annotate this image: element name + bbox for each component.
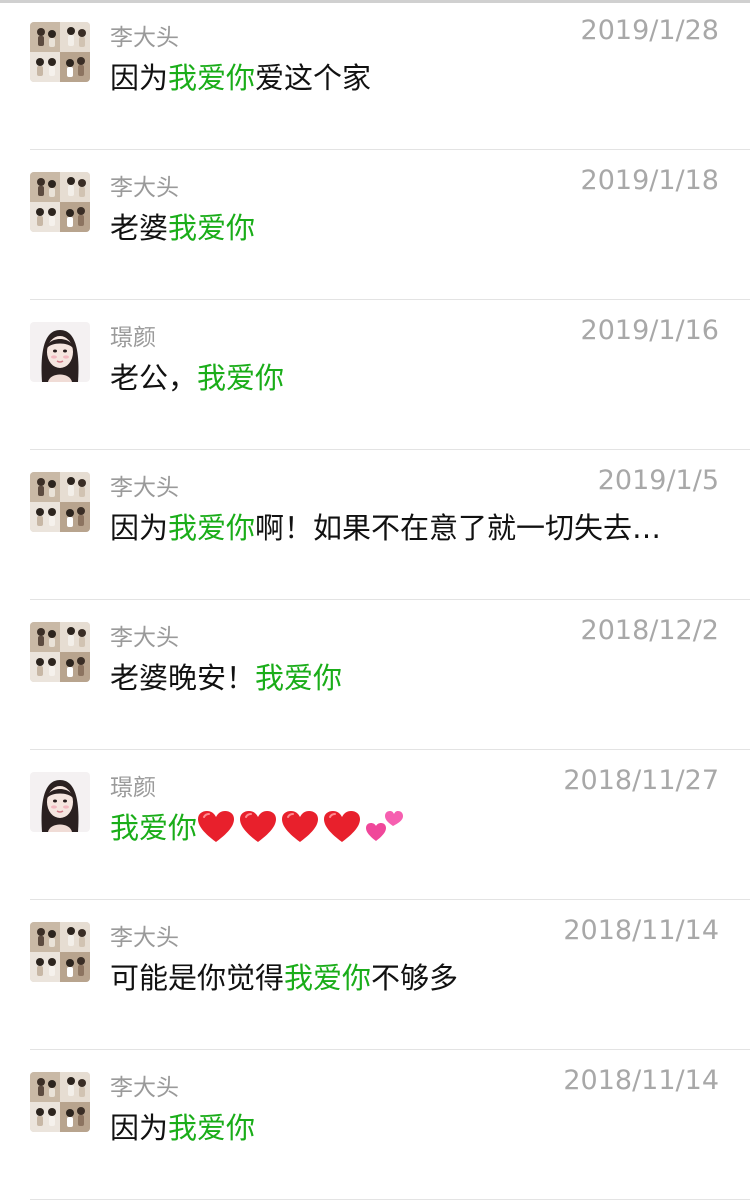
avatar bbox=[30, 472, 90, 532]
message-text: 可能是你觉得我爱你不够多 bbox=[110, 955, 458, 997]
message-text: 老婆我爱你 bbox=[110, 205, 255, 247]
avatar bbox=[30, 622, 90, 682]
list-item[interactable]: 李大头 2018/11/14 可能是你觉得我爱你不够多 bbox=[30, 900, 750, 1050]
message-text: 因为我爱你啊！如果不在意了就一切失去… bbox=[110, 505, 661, 547]
message-text-part: 爱这个家 bbox=[255, 61, 372, 95]
red-heart-icon bbox=[281, 810, 319, 844]
message-text: 因为我爱你爱这个家 bbox=[110, 55, 371, 97]
message-text-part: 老公， bbox=[110, 361, 198, 395]
sender-name: 李大头 bbox=[110, 925, 179, 951]
message-text: 因为我爱你 bbox=[110, 1105, 255, 1147]
list-item[interactable]: 李大头 2018/12/2 老婆晚安！我爱你 bbox=[30, 600, 750, 750]
message-date: 2019/1/5 bbox=[597, 465, 719, 496]
message-date: 2018/11/14 bbox=[563, 915, 719, 946]
keyword-highlight: 我爱你 bbox=[168, 511, 256, 545]
sender-name: 璟颜 bbox=[110, 775, 156, 801]
message-date: 2018/12/2 bbox=[580, 615, 719, 646]
avatar bbox=[30, 922, 90, 982]
keyword-highlight: 我爱你 bbox=[197, 361, 285, 395]
keyword-highlight: 我爱你 bbox=[255, 661, 343, 695]
message-text-part: 因为 bbox=[110, 511, 169, 545]
message-date: 2019/1/18 bbox=[580, 165, 719, 196]
message-text-part: 可能是你觉得 bbox=[110, 961, 285, 995]
sender-name: 李大头 bbox=[110, 625, 179, 651]
message-text-part: 老婆 bbox=[110, 211, 169, 245]
keyword-highlight: 我爱你 bbox=[284, 961, 372, 995]
sender-name: 李大头 bbox=[110, 25, 179, 51]
avatar bbox=[30, 22, 90, 82]
keyword-highlight: 我爱你 bbox=[110, 811, 198, 845]
avatar bbox=[30, 172, 90, 232]
avatar bbox=[30, 772, 90, 832]
message-text: 我爱你 bbox=[110, 805, 405, 847]
list-item[interactable]: 李大头 2019/1/28 因为我爱你爱这个家 bbox=[30, 0, 750, 150]
keyword-highlight: 我爱你 bbox=[168, 61, 256, 95]
message-text-part: 啊！如果不在意了就一切失去… bbox=[255, 511, 662, 545]
message-date: 2019/1/28 bbox=[580, 15, 719, 46]
sender-name: 璟颜 bbox=[110, 325, 156, 351]
red-heart-icon bbox=[323, 810, 361, 844]
search-results-list: 李大头 2019/1/28 因为我爱你爱这个家 李大头 2019/1/18 老婆… bbox=[0, 0, 750, 1200]
message-date: 2019/1/16 bbox=[580, 315, 719, 346]
list-item[interactable]: 李大头 2019/1/18 老婆我爱你 bbox=[30, 150, 750, 300]
avatar bbox=[30, 1072, 90, 1132]
avatar bbox=[30, 322, 90, 382]
list-item[interactable]: 李大头 2018/11/14 因为我爱你 bbox=[30, 1050, 750, 1200]
sender-name: 李大头 bbox=[110, 175, 179, 201]
sender-name: 李大头 bbox=[110, 1075, 179, 1101]
list-item[interactable]: 璟颜 2019/1/16 老公，我爱你 bbox=[30, 300, 750, 450]
message-date: 2018/11/14 bbox=[563, 1065, 719, 1096]
message-text-part: 不够多 bbox=[371, 961, 459, 995]
list-item[interactable]: 李大头 2019/1/5 因为我爱你啊！如果不在意了就一切失去… bbox=[30, 450, 750, 600]
sender-name: 李大头 bbox=[110, 475, 179, 501]
message-text-part: 因为 bbox=[110, 1111, 169, 1145]
list-item[interactable]: 璟颜 2018/11/27 我爱你 bbox=[30, 750, 750, 900]
message-text: 老婆晚安！我爱你 bbox=[110, 655, 342, 697]
message-date: 2018/11/27 bbox=[563, 765, 719, 796]
message-text-part: 老婆晚安！ bbox=[110, 661, 256, 695]
red-heart-icon bbox=[239, 810, 277, 844]
keyword-highlight: 我爱你 bbox=[168, 211, 256, 245]
red-heart-icon bbox=[197, 810, 235, 844]
two-hearts-icon bbox=[365, 808, 405, 844]
message-text: 老公，我爱你 bbox=[110, 355, 284, 397]
keyword-highlight: 我爱你 bbox=[168, 1111, 256, 1145]
message-text-part: 因为 bbox=[110, 61, 169, 95]
